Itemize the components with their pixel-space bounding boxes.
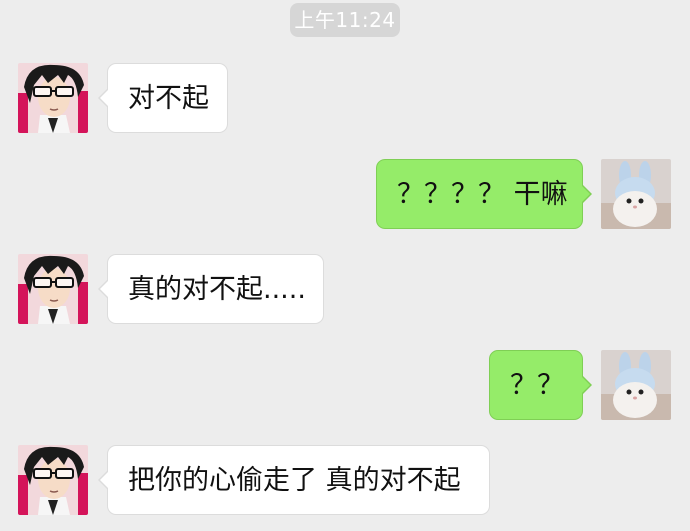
outgoing-message-bubble[interactable]: ？？ [489, 350, 592, 420]
message-text: 对不起 [128, 83, 209, 114]
message-timestamp: 上午11:24 [290, 3, 400, 37]
message-text: ？？ [510, 370, 564, 401]
my-avatar[interactable] [601, 350, 671, 420]
message-text: ？？？？ 干嘛 [397, 179, 568, 210]
message-text: 把你的心偷走了 真的对不起 [128, 465, 461, 496]
contact-avatar[interactable] [18, 445, 88, 515]
contact-avatar[interactable] [18, 254, 88, 324]
incoming-message-bubble[interactable]: 对不起 [98, 63, 228, 133]
incoming-message-bubble[interactable]: 把你的心偷走了 真的对不起 [98, 445, 490, 515]
outgoing-message-bubble[interactable]: ？？？？ 干嘛 [376, 159, 592, 229]
contact-avatar[interactable] [18, 63, 88, 133]
incoming-message-bubble[interactable]: 真的对不起..... [98, 254, 324, 324]
chat-window: 上午11:24 对不起 ？？？？ 干嘛 真的对不起..... ？？ 把你的心偷走… [0, 0, 690, 531]
message-text: 真的对不起..... [128, 274, 306, 305]
my-avatar[interactable] [601, 159, 671, 229]
